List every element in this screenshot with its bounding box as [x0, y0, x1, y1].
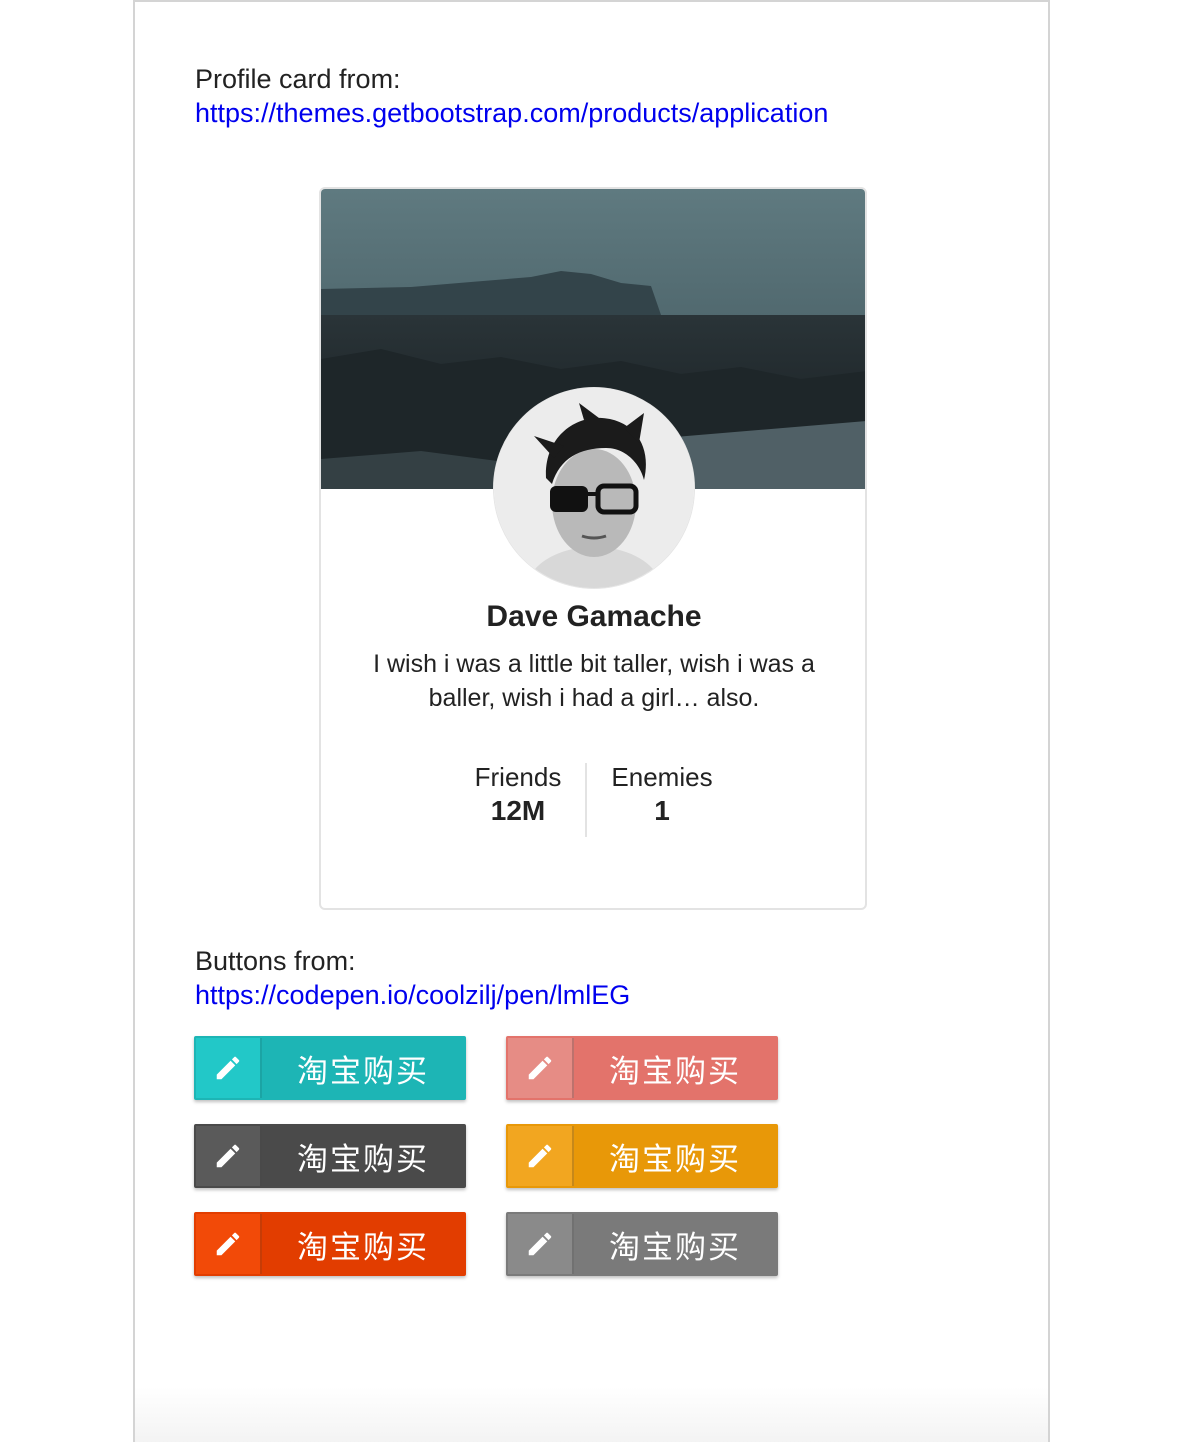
stat-label: Enemies [611, 762, 713, 792]
button-label: 淘宝购买 [609, 1141, 741, 1178]
intro-link[interactable]: https://themes.getbootstrap.com/products… [195, 96, 828, 130]
buttons-link[interactable]: https://codepen.io/coolzilj/pen/lmlEG [195, 978, 630, 1012]
button-label: 淘宝购买 [297, 1229, 429, 1266]
pencil-icon [196, 1038, 262, 1098]
buttons-label: Buttons from: [195, 946, 356, 976]
button-label: 淘宝购买 [609, 1053, 741, 1090]
button-label: 淘宝购买 [609, 1229, 741, 1266]
button-label: 淘宝购买 [297, 1053, 429, 1090]
pencil-icon [196, 1214, 262, 1274]
taobao-buy-button[interactable]: 淘宝购买 [194, 1036, 466, 1100]
stat-value: 1 [654, 795, 670, 826]
taobao-buy-button[interactable]: 淘宝购买 [506, 1036, 778, 1100]
pencil-icon [508, 1126, 574, 1186]
taobao-buy-button[interactable]: 淘宝购买 [194, 1212, 466, 1276]
profile-bio: I wish i was a little bit taller, wish i… [373, 650, 815, 712]
stat-enemies: Enemies 1 [582, 760, 742, 828]
stat-label: Friends [474, 762, 562, 792]
intro-label: Profile card from: [195, 64, 401, 94]
pencil-icon [508, 1038, 574, 1098]
stat-value: 12M [490, 795, 546, 826]
avatar [494, 388, 694, 588]
taobao-buy-button[interactable]: 淘宝购买 [194, 1124, 466, 1188]
pencil-icon [508, 1214, 574, 1274]
button-label: 淘宝购买 [297, 1141, 429, 1178]
profile-card: Dave Gamache I wish i was a little bit t… [319, 187, 867, 910]
taobao-buy-button[interactable]: 淘宝购买 [506, 1124, 778, 1188]
profile-name: Dave Gamache [486, 600, 702, 633]
pencil-icon [196, 1126, 262, 1186]
taobao-buy-button[interactable]: 淘宝购买 [506, 1212, 778, 1276]
stat-friends: Friends 12M [438, 760, 598, 828]
